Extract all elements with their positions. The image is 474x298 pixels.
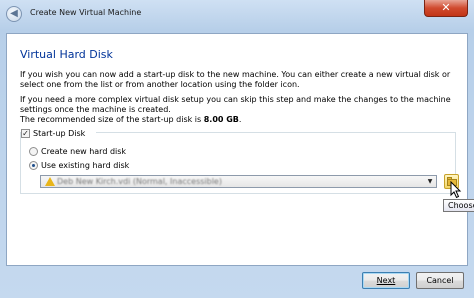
wizard-page: Virtual Hard Disk If you wish you can no… — [6, 33, 468, 266]
title-bar: ◀ Create New Virtual Machine ✕ — [0, 0, 474, 28]
folder-tooltip: Choose — [443, 199, 474, 212]
recommended-size-prefix: The recommended size of the start-up dis… — [20, 115, 204, 124]
selected-disk-value: Deb New Kirch.vdi (Normal, Inaccessible) — [57, 177, 222, 186]
recommended-size-suffix: . — [238, 115, 242, 124]
recommended-size-text: The recommended size of the start-up dis… — [20, 115, 456, 125]
next-button[interactable]: Next — [362, 272, 410, 289]
warning-icon — [45, 177, 55, 186]
back-arrow-icon[interactable]: ◀ — [6, 6, 22, 22]
close-button[interactable]: ✕ — [424, 0, 468, 17]
cancel-button[interactable]: Cancel — [416, 272, 464, 289]
advanced-paragraph: If you need a more complex virtual disk … — [20, 95, 451, 114]
window-title: Create New Virtual Machine — [30, 8, 142, 17]
startup-disk-checkbox-row[interactable]: ✓ Start-up Disk — [21, 128, 96, 139]
intro-paragraph: If you wish you can now add a start-up d… — [20, 70, 451, 89]
existing-disk-select[interactable]: Deb New Kirch.vdi (Normal, Inaccessible)… — [40, 175, 437, 188]
use-existing-disk-radio[interactable] — [29, 161, 38, 170]
chevron-down-icon[interactable]: ▼ — [425, 176, 435, 187]
use-existing-disk-label[interactable]: Use existing hard disk — [41, 161, 129, 170]
startup-disk-checkbox[interactable]: ✓ — [21, 129, 30, 138]
startup-disk-label: Start-up Disk — [33, 129, 86, 138]
page-title: Virtual Hard Disk — [20, 48, 113, 61]
recommended-size-value: 8.00 GB — [203, 115, 239, 124]
next-button-label: Next — [376, 276, 396, 285]
mouse-cursor-icon — [450, 181, 462, 199]
create-new-disk-radio[interactable] — [29, 147, 38, 156]
create-new-disk-label[interactable]: Create new hard disk — [41, 147, 126, 156]
wizard-window: ◀ Create New Virtual Machine ✕ Virtual H… — [0, 0, 474, 298]
